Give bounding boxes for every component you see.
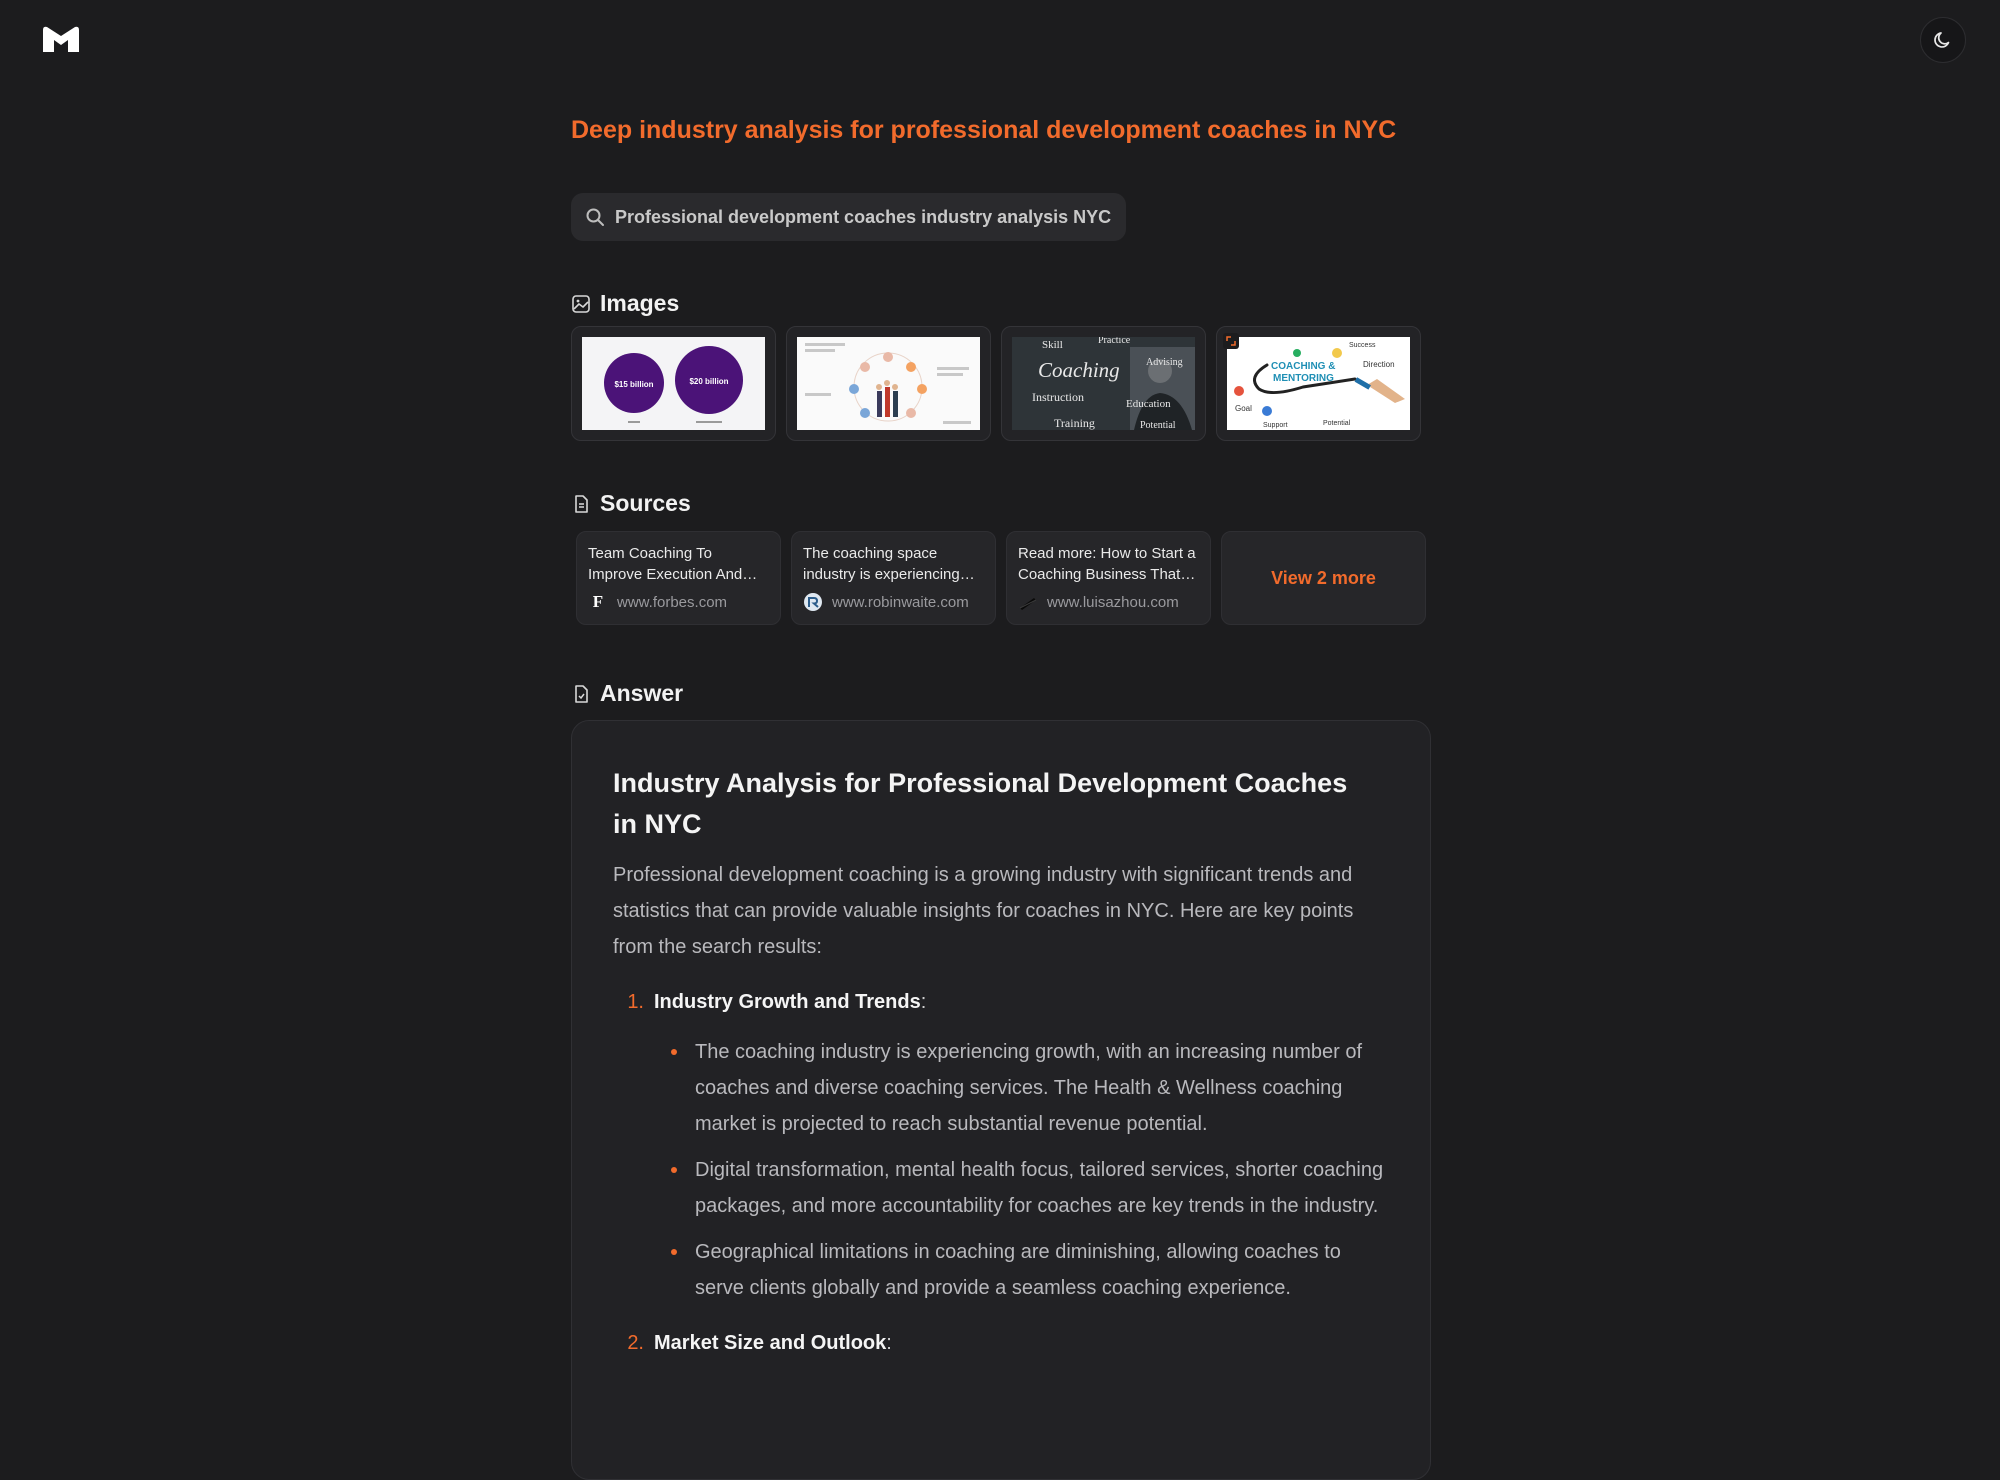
image-thumbnail[interactable]: COACHING & MENTORING Direction Goal Supp… (1216, 326, 1421, 441)
list-item-title: Industry Growth and Trends (654, 991, 921, 1013)
image-label: COACHING & (1271, 361, 1335, 372)
search-query-pill[interactable]: Professional development coaches industr… (571, 193, 1126, 241)
m-logo-icon (43, 26, 79, 52)
answer-document-icon (575, 684, 588, 703)
answer-intro: Professional development coaching is a g… (613, 864, 1354, 958)
answer-section-title: Answer (600, 680, 684, 706)
list-number: 1. (627, 991, 644, 1013)
image-label: Coaching (1038, 358, 1120, 382)
moon-icon (1934, 32, 1950, 48)
luisazhou-favicon-icon (1018, 592, 1038, 612)
image-label: Direction (1363, 360, 1395, 369)
answer-section-header: Answer (571, 680, 683, 707)
image-label: Advising (1146, 357, 1183, 368)
bullet-item: Geographical limitations in coaching are… (671, 1234, 1395, 1306)
bullet-list: The coaching industry is experiencing gr… (613, 1034, 1389, 1306)
numbered-list-item: 2. Market Size and Outlook: (613, 1332, 1389, 1355)
image-label: $20 billion (689, 377, 728, 386)
image-label: Skill (1042, 339, 1063, 351)
image-label: MENTORING (1273, 373, 1334, 384)
coaching-mentoring-image: COACHING & MENTORING Direction Goal Supp… (1227, 337, 1410, 430)
document-icon (575, 494, 588, 513)
list-item-title: Market Size and Outlook (654, 1332, 887, 1354)
image-label: Training (1054, 416, 1095, 430)
search-icon (586, 208, 604, 226)
source-card[interactable]: The coaching space industry is experienc… (791, 531, 996, 625)
image-label: Goal (1235, 404, 1252, 413)
image-label: $15 billion (614, 380, 653, 389)
source-domain: www.robinwaite.com (832, 593, 969, 611)
bullet-text: Digital transformation, mental health fo… (695, 1159, 1384, 1217)
bullet-dot (671, 1167, 677, 1173)
bullet-text: The coaching industry is experiencing gr… (695, 1041, 1363, 1135)
coaching-infographic-image (797, 337, 980, 430)
list-item-colon: : (886, 1332, 892, 1354)
images-section-header: Images (571, 290, 679, 317)
query-title: Deep industry analysis for professional … (571, 116, 1397, 144)
bullet-dot (671, 1049, 677, 1055)
source-title: The coaching space industry is experienc… (803, 545, 960, 583)
market-size-chart-image: $15 billion $20 billion (582, 337, 765, 430)
source-domain: www.forbes.com (617, 593, 728, 611)
source-title: Team Coaching To Improve Execution And R… (588, 545, 743, 583)
image-label: Potential (1140, 420, 1176, 430)
image-label: Instruction (1032, 390, 1084, 404)
image-thumbnail[interactable] (786, 326, 991, 441)
image-label: Education (1126, 398, 1171, 410)
images-row: $15 billion $20 billion Skill Practice C… (571, 326, 1431, 441)
answer-heading: Industry Analysis for Professional Devel… (613, 768, 1348, 839)
bullet-dot (671, 1249, 677, 1255)
numbered-list-item: 1. Industry Growth and Trends: (613, 991, 1389, 1014)
bullet-text: Geographical limitations in coaching are… (695, 1241, 1341, 1299)
bullet-item: Digital transformation, mental health fo… (671, 1152, 1395, 1224)
robinwaite-favicon-icon (803, 592, 823, 612)
forbes-favicon-icon: F (592, 592, 604, 611)
source-title: Read more: How to Start a Coaching Busin… (1018, 545, 1196, 583)
image-label: Practice (1098, 337, 1131, 346)
app-logo[interactable] (41, 24, 81, 54)
sources-row: Team Coaching To Improve Execution And R… (576, 531, 1426, 625)
expand-icon[interactable] (1223, 333, 1239, 349)
image-label: Support (1263, 422, 1288, 429)
list-item-colon: : (920, 991, 927, 1013)
view-more-sources-button[interactable]: View 2 more (1221, 531, 1426, 625)
image-icon (572, 294, 590, 313)
image-label: Success (1349, 342, 1376, 349)
list-number: 2. (627, 1332, 644, 1354)
sources-section-title: Sources (600, 490, 691, 516)
source-domain: www.luisazhou.com (1047, 593, 1179, 611)
source-card[interactable]: Team Coaching To Improve Execution And R… (576, 531, 781, 625)
image-label: Potential (1323, 420, 1351, 427)
image-thumbnail[interactable]: $15 billion $20 billion (571, 326, 776, 441)
theme-toggle-button[interactable] (1920, 17, 1966, 63)
bullet-item: The coaching industry is experiencing gr… (671, 1034, 1395, 1142)
source-card[interactable]: Read more: How to Start a Coaching Busin… (1006, 531, 1211, 625)
answer-card: Industry Analysis for Professional Devel… (571, 720, 1431, 1480)
coaching-chalkboard-image: Skill Practice Coaching Advising Instruc… (1012, 337, 1195, 430)
sources-section-header: Sources (571, 490, 691, 517)
images-section-title: Images (600, 290, 680, 316)
image-thumbnail[interactable]: Skill Practice Coaching Advising Instruc… (1001, 326, 1206, 441)
search-query-text: Professional development coaches industr… (615, 206, 1112, 227)
